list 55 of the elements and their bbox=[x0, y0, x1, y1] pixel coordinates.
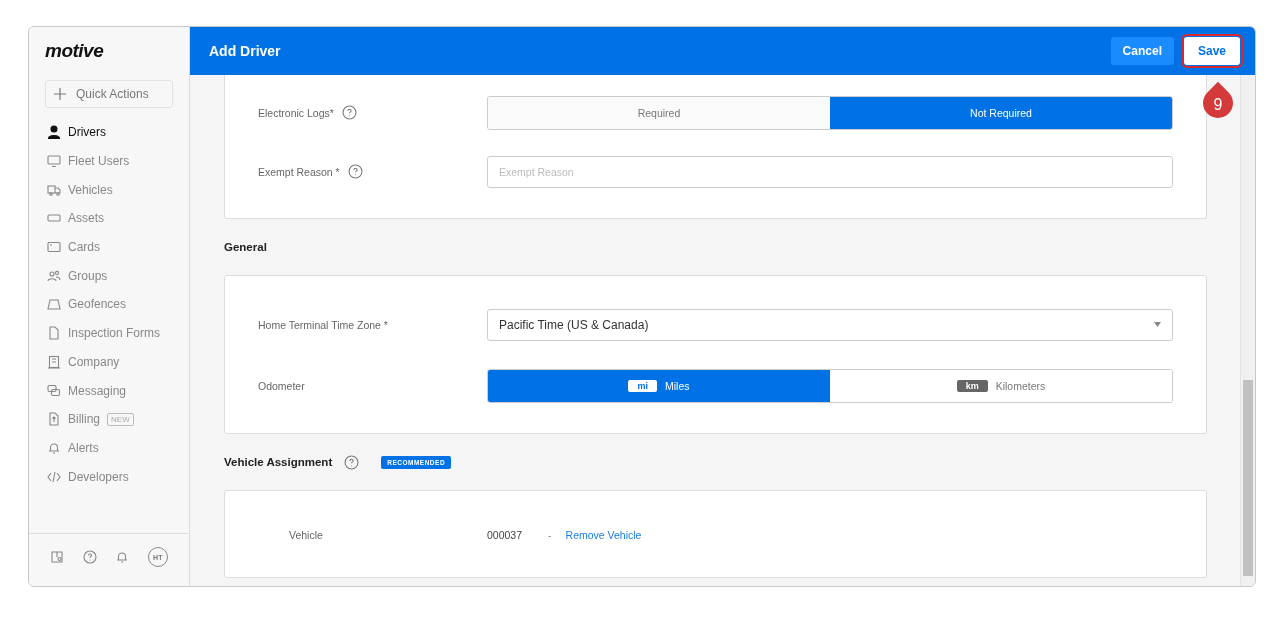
field-label: Vehicle bbox=[289, 528, 323, 541]
chat-icon bbox=[47, 383, 61, 398]
cancel-button[interactable]: Cancel bbox=[1110, 37, 1174, 65]
invoice-icon bbox=[47, 412, 61, 427]
person-icon bbox=[47, 125, 61, 140]
sidebar-item[interactable]: Vehicles bbox=[29, 175, 189, 205]
save-button[interactable]: Save bbox=[1183, 37, 1240, 65]
sidebar-item[interactable]: Groups bbox=[29, 261, 189, 291]
sidebar-item[interactable]: Developers bbox=[29, 462, 189, 491]
help-icon[interactable] bbox=[347, 164, 363, 179]
code-icon bbox=[47, 469, 61, 484]
book-icon[interactable] bbox=[50, 550, 65, 564]
sidebar-item[interactable]: Billing NEW bbox=[29, 404, 189, 434]
sidebar-item[interactable]: Inspection Forms bbox=[29, 318, 189, 348]
new-badge: NEW bbox=[107, 412, 134, 426]
geofence-icon bbox=[47, 297, 61, 312]
sidebar-item[interactable]: Messaging bbox=[29, 376, 189, 405]
group-icon bbox=[47, 268, 61, 283]
separator: - bbox=[548, 528, 552, 541]
sidebar-item[interactable]: Fleet Users bbox=[29, 146, 189, 176]
section-title: Vehicle Assignment bbox=[224, 456, 333, 468]
field-label: Exempt Reason * bbox=[258, 165, 340, 178]
page-title: Add Driver bbox=[209, 43, 281, 59]
vehicle-number: 000037 bbox=[487, 528, 523, 541]
bell-icon bbox=[47, 440, 61, 455]
quick-actions-button[interactable]: Quick Actions bbox=[45, 80, 173, 108]
plus-icon bbox=[54, 88, 66, 100]
help-icon[interactable] bbox=[341, 105, 357, 120]
field-label: Home Terminal Time Zone * bbox=[258, 318, 388, 331]
time-zone-dropdown[interactable]: Pacific Time (US & Canada) bbox=[487, 308, 1173, 341]
sidebar-item[interactable]: Assets bbox=[29, 204, 189, 233]
field-label: Odometer bbox=[258, 379, 305, 392]
sidebar-item[interactable]: Geofences bbox=[29, 290, 189, 319]
segment-option[interactable]: mi Miles bbox=[488, 369, 830, 402]
help-icon[interactable] bbox=[344, 454, 360, 470]
caret-icon bbox=[1154, 322, 1161, 327]
section-title: General bbox=[224, 241, 267, 253]
help-icon[interactable] bbox=[82, 550, 97, 564]
sidebar-item[interactable]: Company bbox=[29, 347, 189, 377]
scrollbar[interactable] bbox=[1240, 75, 1255, 586]
building-icon bbox=[47, 354, 61, 369]
card-icon bbox=[47, 240, 61, 255]
sidebar-item[interactable]: Drivers bbox=[29, 118, 189, 147]
truck-icon bbox=[47, 182, 61, 197]
sidebar-item[interactable]: Alerts bbox=[29, 433, 189, 463]
remove-vehicle-link[interactable]: Remove Vehicle bbox=[565, 528, 642, 541]
document-icon bbox=[47, 326, 61, 341]
bell-icon[interactable] bbox=[115, 550, 130, 564]
sidebar-item[interactable]: Cards bbox=[29, 232, 189, 262]
logo: motive bbox=[45, 40, 104, 62]
exempt-reason-field[interactable]: Exempt Reason bbox=[487, 155, 1173, 188]
segment-option[interactable]: Not Required bbox=[830, 96, 1172, 129]
segment-option[interactable]: Required bbox=[488, 96, 830, 129]
monitor-icon bbox=[47, 154, 61, 169]
field-label: Electronic Logs* bbox=[258, 106, 334, 119]
